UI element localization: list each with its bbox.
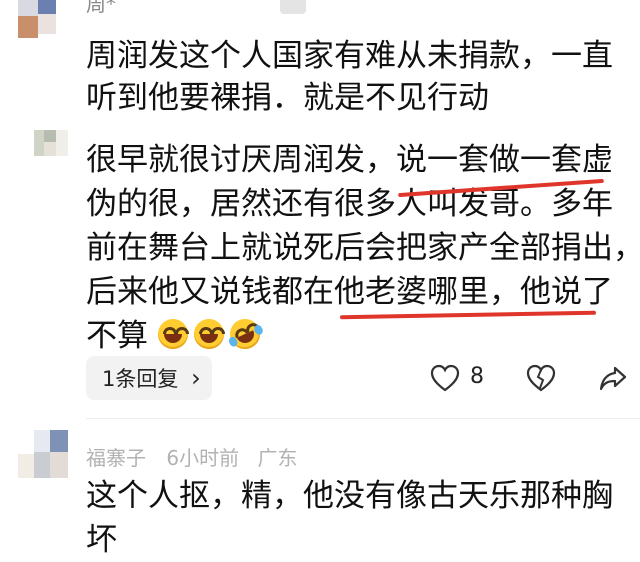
comment-location: 广东 (257, 446, 298, 470)
comment-line: 周润发这个人国家有难从未捐款，一直 (86, 38, 613, 74)
like-count: 8 (470, 364, 484, 389)
broken-heart-icon (526, 364, 556, 392)
replies-label: 1条回复 (102, 367, 179, 391)
heart-icon (430, 364, 460, 392)
comment-line-last: 不算 (86, 314, 266, 358)
comment-line: 很早就很讨厌周润发，说一套做一套虚 (86, 142, 613, 178)
divider (86, 418, 640, 419)
share-button[interactable] (598, 364, 628, 394)
comment-line: 不算 (86, 318, 148, 354)
comment-line: 坏 (86, 522, 117, 558)
avatar[interactable] (16, 430, 68, 486)
comment-time: 6小时前 (166, 446, 240, 470)
comment-line: 这个人抠，精，他没有像古天乐那种胸 (86, 478, 613, 514)
grinning-face-icon (157, 319, 189, 349)
comment-line: 前在舞台上就说死后会把家产全部捐出， (86, 230, 640, 266)
comment-meta: 福寨子 6小时前 广东 (86, 442, 297, 471)
grinning-face-icon (193, 319, 225, 349)
comment-line: 伪的很，居然还有很多人叫发哥。多年 (86, 186, 613, 222)
chevron-right-icon: › (191, 364, 201, 392)
comment-line: 听到他要裸捐．就是不见行动 (86, 80, 489, 116)
avatar[interactable] (0, 0, 56, 40)
share-icon (599, 366, 627, 391)
view-replies-button[interactable]: 1条回复 › (86, 356, 212, 400)
avatar[interactable] (34, 130, 68, 156)
like-button[interactable]: 8 (430, 364, 490, 394)
more-icon[interactable] (280, 0, 306, 14)
rolling-laughing-face-icon (224, 314, 265, 354)
comment-username: 周* (86, 0, 116, 16)
dislike-button[interactable] (526, 364, 556, 394)
comment-line: 后来他又说钱都在他老婆哪里，他说了 (86, 274, 613, 310)
comment-username: 福寨子 (86, 446, 146, 470)
